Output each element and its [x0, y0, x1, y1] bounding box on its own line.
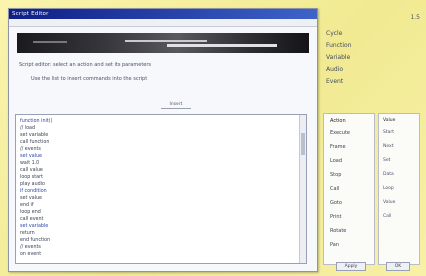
- code-line[interactable]: if condition: [20, 189, 47, 195]
- code-line[interactable]: call event: [20, 217, 43, 223]
- value-list-item[interactable]: Next: [383, 144, 393, 149]
- ok-button[interactable]: OK: [386, 262, 410, 271]
- value-list-item[interactable]: Value: [383, 200, 395, 205]
- action-list-item[interactable]: Frame: [330, 144, 346, 150]
- value-list-item[interactable]: Start: [383, 130, 394, 135]
- code-editor[interactable]: function init() // load set variable cal…: [15, 114, 307, 264]
- corner-label: 1.5: [410, 14, 420, 21]
- insert-button[interactable]: Insert: [161, 102, 191, 109]
- value-list-item[interactable]: Set: [383, 158, 390, 163]
- menu-item-event[interactable]: Event: [326, 78, 343, 85]
- action-list-item[interactable]: Stop: [330, 172, 341, 178]
- scroll-thumb[interactable]: [301, 133, 305, 155]
- action-list-item[interactable]: Rotate: [330, 228, 346, 234]
- code-line[interactable]: set value: [20, 196, 42, 202]
- header-banner: [17, 33, 309, 53]
- menu-item-audio[interactable]: Audio: [326, 66, 343, 73]
- desktop-background: Script Editor Script editor: select an a…: [0, 0, 426, 276]
- code-line[interactable]: loop start: [20, 175, 43, 181]
- action-list[interactable]: Action Execute Frame Load Stop Call Goto Print…: [323, 113, 375, 265]
- editor-scrollbar[interactable]: [299, 115, 306, 263]
- code-line[interactable]: // load: [20, 126, 35, 132]
- code-line[interactable]: end if: [20, 203, 34, 209]
- code-line[interactable]: on event: [20, 252, 41, 258]
- value-list-header: Value: [383, 118, 396, 123]
- code-line[interactable]: call function: [20, 140, 49, 146]
- code-line[interactable]: call value: [20, 168, 43, 174]
- action-list-item[interactable]: Call: [330, 186, 339, 192]
- value-list[interactable]: Value Start Next Set Data Loop Value Call: [378, 113, 420, 265]
- main-window: Script Editor Script editor: select an a…: [8, 8, 318, 272]
- code-line[interactable]: wait 1.0: [20, 161, 39, 167]
- code-line[interactable]: return: [20, 231, 35, 237]
- code-line[interactable]: // events: [20, 147, 41, 153]
- menu-bar[interactable]: [9, 19, 317, 27]
- info-line-1: Script editor: select an action and set …: [19, 62, 152, 68]
- code-line[interactable]: play audio: [20, 182, 45, 188]
- menu-item-function[interactable]: Function: [326, 42, 352, 49]
- action-list-item[interactable]: Print: [330, 214, 342, 220]
- code-line[interactable]: function init(): [20, 119, 52, 125]
- action-list-item[interactable]: Goto: [330, 200, 342, 206]
- info-line-2: Use the list to insert commands into the…: [31, 76, 148, 82]
- window-title: Script Editor: [12, 11, 49, 17]
- code-line[interactable]: set variable: [20, 133, 48, 139]
- code-line[interactable]: set value: [20, 154, 42, 160]
- code-line[interactable]: end function: [20, 238, 50, 244]
- action-list-item[interactable]: Load: [330, 158, 342, 164]
- title-bar[interactable]: Script Editor: [9, 9, 317, 19]
- value-list-item[interactable]: Call: [383, 214, 391, 219]
- action-list-item[interactable]: Execute: [330, 130, 350, 136]
- apply-button[interactable]: Apply: [336, 262, 366, 271]
- menu-item-variable[interactable]: Variable: [326, 54, 350, 61]
- action-list-header: Action: [330, 118, 346, 124]
- code-line[interactable]: loop end: [20, 210, 41, 216]
- code-line[interactable]: set variable: [20, 224, 48, 230]
- action-list-item[interactable]: Pan: [330, 242, 339, 248]
- value-list-item[interactable]: Loop: [383, 186, 394, 191]
- value-list-item[interactable]: Data: [383, 172, 394, 177]
- code-line[interactable]: // events: [20, 245, 41, 251]
- menu-item-cycle[interactable]: Cycle: [326, 30, 342, 37]
